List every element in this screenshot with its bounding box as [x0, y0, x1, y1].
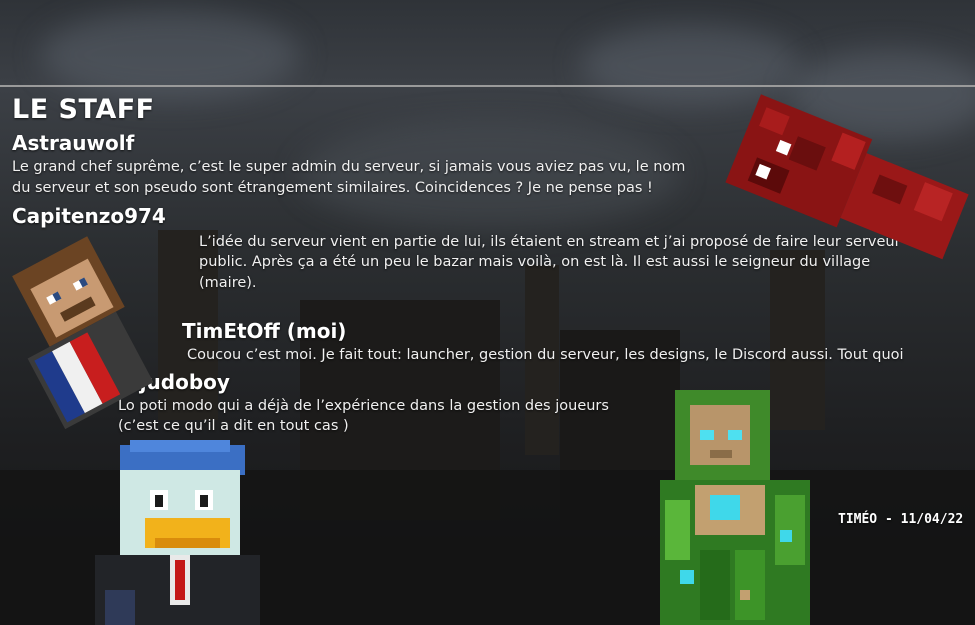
jujudoboy-skin-image	[95, 440, 260, 625]
page-title: LE STAFF	[12, 94, 155, 125]
staff-name-astrauwolf: Astrauwolf	[12, 131, 135, 155]
staff-desc-capitenzo974-line3: (maire).	[199, 275, 257, 291]
staff-name-timetoff: TimEtOff (moi)	[182, 319, 347, 343]
capitenzo974-skin-image	[12, 236, 154, 430]
staff-desc-astrauwolf-line2: du serveur et son pseudo sont étrangemen…	[12, 180, 653, 196]
timetoff-skin-image	[660, 390, 810, 625]
staff-desc-astrauwolf-line1: Le grand chef suprême, c’est le super ad…	[12, 159, 686, 175]
staff-desc-jujudoboy-line1: Lo poti modo qui a déjà de l’expérience …	[118, 398, 609, 414]
staff-name-capitenzo974: Capitenzo974	[12, 204, 166, 228]
staff-desc-timetoff-line1: Coucou c’est moi. Je fait tout: launcher…	[187, 347, 904, 363]
astrauwolf-skin-image	[725, 94, 969, 260]
signature: TIMÉO - 11/04/22	[838, 512, 964, 527]
top-divider	[0, 85, 975, 87]
